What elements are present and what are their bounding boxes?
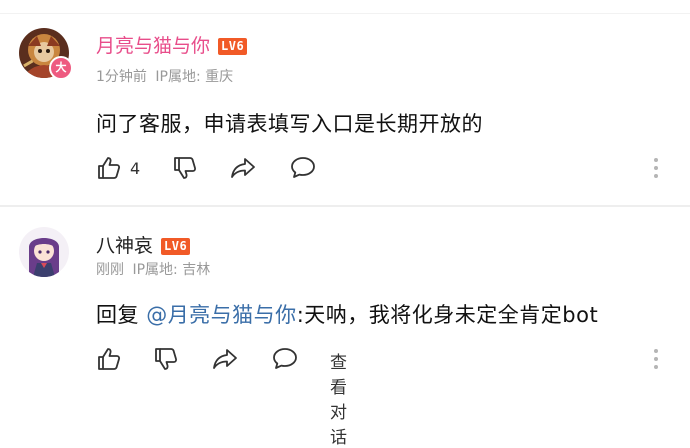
vip-badge: 大 (49, 56, 73, 80)
username[interactable]: 月亮与猫与你 LV6 (96, 31, 248, 58)
comment-item: 大 月亮与猫与你 LV6 1分钟前 IP属地: 重庆 问了客服，申请表填写入口是长… (0, 0, 690, 205)
view-conversation-link[interactable]: 查看对话 (330, 348, 347, 448)
thumbs-up-icon (98, 348, 121, 370)
more-button[interactable] (654, 158, 660, 182)
username-text[interactable]: 八神哀 (96, 235, 153, 257)
reply-button[interactable] (272, 346, 298, 372)
reply-icon (291, 157, 315, 178)
avatar[interactable] (19, 227, 69, 277)
comment-text: 问了客服，申请表填写入口是长期开放的 (96, 112, 483, 136)
ip-label: IP属地: (132, 262, 178, 278)
more-vertical-icon (654, 349, 660, 369)
level-badge: LV6 (161, 238, 191, 255)
comment-text: 回复 @月亮与猫与你:天呐，我将化身未定全肯定bot (96, 299, 598, 329)
comment-meta: 1分钟前 IP属地: 重庆 (96, 66, 233, 86)
thumbs-down-icon (174, 157, 197, 179)
share-icon (231, 158, 255, 178)
reply-button[interactable] (290, 155, 316, 181)
comment-time: 刚刚 (96, 262, 124, 278)
avatar-image (19, 227, 69, 277)
comment-meta: 刚刚 IP属地: 吉林 (96, 259, 210, 279)
comment-time: 1分钟前 (96, 69, 147, 85)
like-button[interactable] (96, 346, 122, 372)
username-text[interactable]: 月亮与猫与你 (96, 35, 210, 57)
reply-prefix: 回复 (96, 303, 147, 327)
more-button[interactable] (654, 349, 660, 373)
like-count: 4 (130, 158, 141, 178)
dislike-button[interactable] (153, 346, 179, 372)
thumbs-up-icon (98, 157, 121, 179)
share-icon (213, 349, 237, 369)
more-vertical-icon (654, 158, 660, 178)
mention-link[interactable]: @月亮与猫与你 (146, 303, 297, 327)
comment-item: 八神哀 LV6 刚刚 IP属地: 吉林 回复 @月亮与猫与你:天呐，我将化身未定全… (0, 207, 690, 448)
username[interactable]: 八神哀 LV6 (96, 231, 191, 258)
share-button[interactable] (212, 346, 238, 372)
ip-label: IP属地: (155, 69, 201, 85)
level-badge: LV6 (218, 38, 248, 55)
ip-location: 重庆 (205, 69, 234, 85)
thumbs-down-icon (155, 348, 178, 370)
reply-icon (273, 348, 297, 369)
share-button[interactable] (230, 155, 256, 181)
ip-location: 吉林 (182, 262, 211, 278)
dislike-button[interactable] (172, 155, 198, 181)
like-button[interactable]: 4 (96, 155, 140, 181)
reply-text: :天呐，我将化身未定全肯定bot (296, 303, 599, 327)
avatar[interactable]: 大 (19, 28, 73, 80)
